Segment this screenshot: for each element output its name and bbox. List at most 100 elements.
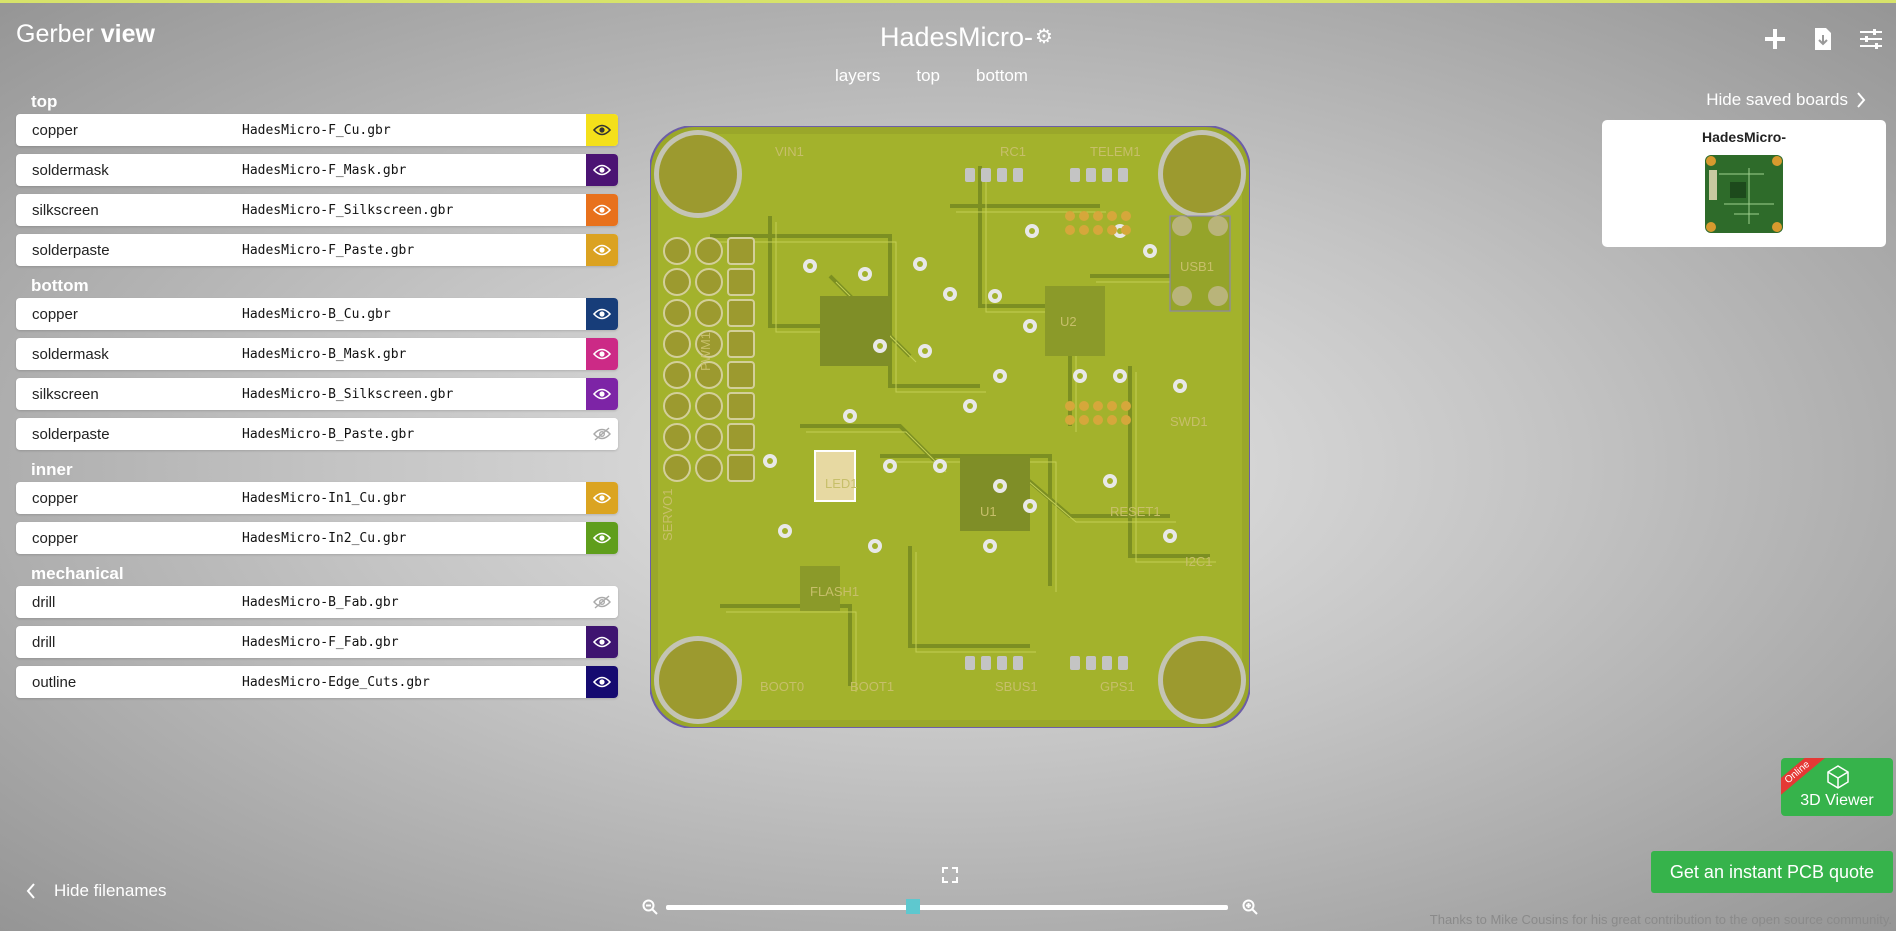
layer-filename: HadesMicro-B_Silkscreen.gbr bbox=[242, 386, 454, 402]
via-hole bbox=[997, 483, 1003, 489]
mounting-hole-pad bbox=[659, 641, 737, 719]
pcb-silk-label: BOOT1 bbox=[850, 679, 894, 694]
smd-pad bbox=[1093, 211, 1103, 221]
smd-pad bbox=[1093, 401, 1103, 411]
3d-viewer-button[interactable]: Online 3D Viewer bbox=[1781, 758, 1893, 816]
pcb-silk-label: U1 bbox=[980, 504, 997, 519]
layer-row[interactable]: solderpaste HadesMicro-F_Paste.gbr bbox=[16, 234, 618, 266]
eye-icon[interactable] bbox=[586, 234, 618, 266]
zoom-out-icon[interactable] bbox=[642, 899, 658, 915]
pcb-silk-label: RC1 bbox=[1000, 144, 1026, 159]
mounting-hole-pad bbox=[659, 135, 737, 213]
eye-off-icon[interactable] bbox=[586, 586, 618, 618]
eye-icon[interactable] bbox=[586, 378, 618, 410]
plus-icon[interactable] bbox=[1760, 24, 1790, 54]
connector-pin bbox=[1070, 168, 1080, 182]
pcb-silk-label: I2C1 bbox=[1185, 554, 1212, 569]
header-pad bbox=[663, 392, 691, 420]
tab-top[interactable]: top bbox=[916, 66, 940, 92]
header-pad bbox=[663, 330, 691, 358]
eye-off-icon[interactable] bbox=[586, 418, 618, 450]
zoom-slider-thumb[interactable] bbox=[906, 899, 921, 914]
via-hole bbox=[1147, 248, 1153, 254]
zoom-control bbox=[642, 897, 1258, 917]
layer-filename: HadesMicro-F_Cu.gbr bbox=[242, 122, 391, 138]
connector-pin bbox=[1102, 656, 1112, 670]
via-hole bbox=[1107, 478, 1113, 484]
via-hole bbox=[937, 463, 943, 469]
via-hole bbox=[847, 413, 853, 419]
eye-icon[interactable] bbox=[586, 482, 618, 514]
layer-row[interactable]: outline HadesMicro-Edge_Cuts.gbr bbox=[16, 666, 618, 698]
gear-icon[interactable]: ⚙ bbox=[1035, 26, 1057, 48]
download-icon[interactable] bbox=[1808, 24, 1838, 54]
layer-row[interactable]: solderpaste HadesMicro-B_Paste.gbr bbox=[16, 418, 618, 450]
top-accent-line bbox=[0, 0, 1896, 3]
connector-pin bbox=[965, 168, 975, 182]
header-pad bbox=[727, 361, 755, 389]
sliders-icon[interactable] bbox=[1856, 24, 1886, 54]
fullscreen-icon[interactable] bbox=[942, 867, 958, 883]
layer-row[interactable]: copper HadesMicro-B_Cu.gbr bbox=[16, 298, 618, 330]
layer-row[interactable]: copper HadesMicro-In1_Cu.gbr bbox=[16, 482, 618, 514]
3d-viewer-label: 3D Viewer bbox=[1800, 792, 1874, 809]
layer-row[interactable]: drill HadesMicro-B_Fab.gbr bbox=[16, 586, 618, 618]
layer-row[interactable]: soldermask HadesMicro-B_Mask.gbr bbox=[16, 338, 618, 370]
eye-icon[interactable] bbox=[586, 626, 618, 658]
eye-icon[interactable] bbox=[586, 298, 618, 330]
layer-group-label: bottom bbox=[31, 276, 89, 295]
hide-saved-boards-toggle[interactable]: Hide saved boards bbox=[1706, 90, 1866, 110]
app-brand: Gerber view bbox=[16, 20, 155, 49]
layer-row[interactable]: soldermask HadesMicro-F_Mask.gbr bbox=[16, 154, 618, 186]
layer-group-label: top bbox=[31, 92, 58, 111]
layer-filename: HadesMicro-F_Paste.gbr bbox=[242, 242, 415, 258]
saved-board-thumbnail[interactable] bbox=[1704, 154, 1784, 234]
header-actions bbox=[1760, 24, 1886, 54]
connector-pin bbox=[1013, 168, 1023, 182]
pcb-preview[interactable]: VIN1 TELEM1 RC1 USB1 SWD1 RESET1 SERVO1 BOOT0 BO… bbox=[649, 125, 1251, 729]
eye-icon[interactable] bbox=[586, 194, 618, 226]
connector-pin bbox=[997, 656, 1007, 670]
connector-pin bbox=[1102, 168, 1112, 182]
header-pad bbox=[663, 361, 691, 389]
ic-chip bbox=[960, 456, 1030, 531]
layer-row[interactable]: silkscreen HadesMicro-F_Silkscreen.gbr bbox=[16, 194, 618, 226]
eye-icon[interactable] bbox=[586, 666, 618, 698]
pcb-silk-label: SBUS1 bbox=[995, 679, 1038, 694]
saved-board-card[interactable]: HadesMicro- bbox=[1602, 120, 1886, 247]
connector-pin bbox=[1013, 656, 1023, 670]
layer-group-label: inner bbox=[31, 460, 73, 479]
eye-icon[interactable] bbox=[586, 114, 618, 146]
via-hole bbox=[807, 263, 813, 269]
eye-icon[interactable] bbox=[586, 338, 618, 370]
pcb-quote-button[interactable]: Get an instant PCB quote bbox=[1651, 851, 1893, 893]
layer-filename: HadesMicro-B_Fab.gbr bbox=[242, 594, 399, 610]
eye-icon[interactable] bbox=[586, 154, 618, 186]
layer-filename: HadesMicro-B_Mask.gbr bbox=[242, 346, 407, 362]
layer-type: copper bbox=[32, 305, 78, 323]
layer-type: soldermask bbox=[32, 161, 109, 179]
via-hole bbox=[877, 343, 883, 349]
eye-icon[interactable] bbox=[586, 522, 618, 554]
hide-filenames-toggle[interactable]: Hide filenames bbox=[26, 881, 166, 901]
header-pad bbox=[727, 330, 755, 358]
zoom-slider-track[interactable] bbox=[666, 905, 1228, 910]
tab-layers[interactable]: layers bbox=[835, 66, 880, 92]
header-pad bbox=[695, 268, 723, 296]
pcb-render[interactable]: VIN1 TELEM1 RC1 USB1 SWD1 RESET1 SERVO1 BOOT0 BO… bbox=[649, 125, 1251, 729]
usb-pad bbox=[1172, 286, 1192, 306]
smd-pad bbox=[1121, 401, 1131, 411]
smd-pad bbox=[1079, 211, 1089, 221]
smd-pad bbox=[1107, 211, 1117, 221]
connector-pin bbox=[1118, 168, 1128, 182]
pcb-silk-label: FLASH1 bbox=[810, 584, 859, 599]
zoom-in-icon[interactable] bbox=[1242, 899, 1258, 915]
pcb-silk-label: PWM1 bbox=[698, 332, 713, 371]
layer-row[interactable]: silkscreen HadesMicro-B_Silkscreen.gbr bbox=[16, 378, 618, 410]
layer-row[interactable]: copper HadesMicro-In2_Cu.gbr bbox=[16, 522, 618, 554]
tab-bottom[interactable]: bottom bbox=[976, 66, 1028, 92]
layer-filename: HadesMicro-Edge_Cuts.gbr bbox=[242, 674, 430, 690]
layer-row[interactable]: drill HadesMicro-F_Fab.gbr bbox=[16, 626, 618, 658]
layer-row[interactable]: copper HadesMicro-F_Cu.gbr bbox=[16, 114, 618, 146]
header-pad bbox=[663, 454, 691, 482]
